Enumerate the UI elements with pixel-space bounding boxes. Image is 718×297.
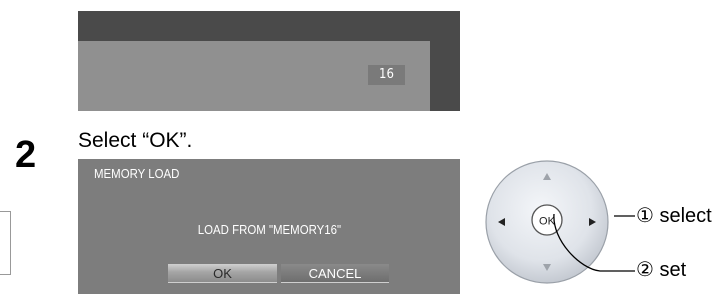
memory-number-box: 16 [368, 65, 405, 85]
select-callout: ① select [636, 205, 712, 227]
ok-button[interactable]: OK [168, 264, 277, 283]
dialog-title: MEMORY LOAD [94, 166, 180, 181]
set-callout: ② set [636, 259, 687, 281]
step-instruction: Select “OK”. [78, 129, 193, 152]
previous-screen-fragment: 16 [78, 11, 460, 111]
page-edge-marker [0, 211, 11, 275]
callout-lines [553, 213, 635, 272]
previous-screen-panel: 16 [78, 41, 430, 111]
cancel-button[interactable]: CANCEL [281, 264, 389, 283]
set-leader-line [553, 213, 635, 272]
dialog-message: LOAD FROM "MEMORY16" [197, 222, 341, 237]
dialog-message-row: LOAD FROM "MEMORY16" [78, 222, 460, 237]
step-number: 2 [15, 134, 37, 176]
memory-load-dialog: MEMORY LOAD LOAD FROM "MEMORY16" OK CANC… [78, 159, 460, 294]
